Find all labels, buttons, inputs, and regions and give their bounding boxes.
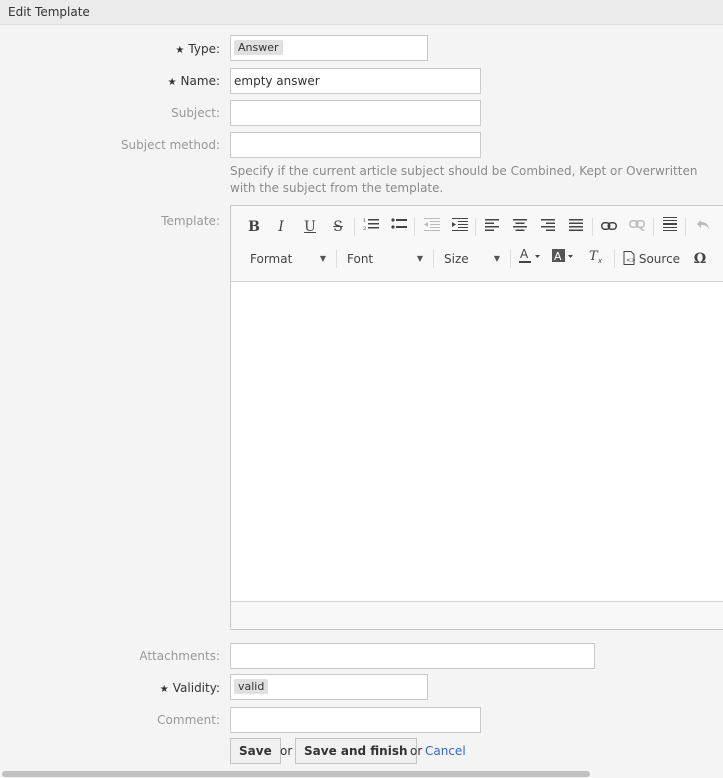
svg-text:<>: <> xyxy=(626,257,635,264)
undo-button[interactable] xyxy=(692,216,714,238)
editor-toolbar: B I U S 12 Format ▼ Font ▼ Size ▼ A A T … xyxy=(231,206,723,282)
horizontal-line-icon xyxy=(663,217,677,231)
required-star-icon: ★ xyxy=(175,45,185,56)
bulleted-list-icon xyxy=(391,218,407,229)
underline-button[interactable]: U xyxy=(299,216,321,238)
horizontal-scrollbar[interactable] xyxy=(0,770,723,778)
svg-text:1: 1 xyxy=(363,218,366,224)
numbered-list-icon: 12 xyxy=(363,218,379,232)
type-selected-tag: Answer xyxy=(234,40,283,55)
toolbar-separator xyxy=(592,218,593,236)
align-right-icon xyxy=(541,219,555,231)
format-dropdown[interactable]: Format ▼ xyxy=(250,248,330,270)
subject-method-select[interactable] xyxy=(230,132,481,158)
source-icon: <> xyxy=(623,251,636,265)
toolbar-separator xyxy=(433,250,434,268)
cancel-link[interactable]: Cancel xyxy=(425,744,466,758)
align-left-button[interactable] xyxy=(481,216,503,238)
strikethrough-button[interactable]: S xyxy=(327,216,349,238)
editor-status-bar xyxy=(231,601,723,629)
font-dropdown-label: Font xyxy=(347,252,374,266)
required-star-icon: ★ xyxy=(159,684,169,695)
chevron-down-icon: ▼ xyxy=(319,254,326,263)
source-button-label: Source xyxy=(638,252,681,266)
chevron-down-icon: ▼ xyxy=(493,254,500,263)
toolbar-separator xyxy=(614,250,615,268)
subject-method-hint: Specify if the current article subject s… xyxy=(230,164,698,195)
svg-text:x: x xyxy=(597,257,603,264)
remove-format-icon: Tx xyxy=(589,249,603,265)
toolbar-separator xyxy=(653,218,654,236)
attachments-input[interactable] xyxy=(230,643,595,669)
page-header: Edit Template xyxy=(0,0,723,25)
comment-label: Comment: xyxy=(157,713,220,727)
link-button[interactable] xyxy=(598,216,620,238)
background-color-icon: A xyxy=(552,249,573,263)
format-dropdown-label: Format xyxy=(250,252,293,266)
svg-text:2: 2 xyxy=(363,226,366,231)
unlink-icon xyxy=(629,220,645,232)
validity-select[interactable]: valid xyxy=(230,674,428,700)
svg-text:A: A xyxy=(520,248,529,261)
subject-label: Subject: xyxy=(171,106,220,120)
subject-input[interactable] xyxy=(230,100,481,126)
attachments-label: Attachments: xyxy=(139,649,220,663)
toolbar-separator xyxy=(475,218,476,236)
toolbar-separator xyxy=(510,250,511,268)
size-dropdown-label: Size xyxy=(444,252,469,266)
bold-button[interactable]: B xyxy=(243,216,265,238)
align-center-icon xyxy=(513,219,527,231)
increase-indent-button[interactable] xyxy=(449,216,471,238)
toolbar-separator xyxy=(354,218,355,236)
link-icon xyxy=(601,222,617,230)
outdent-icon xyxy=(424,218,440,231)
unlink-button[interactable] xyxy=(626,216,648,238)
justify-icon xyxy=(569,219,583,231)
rich-text-editor: B I U S 12 Format ▼ Font ▼ Size ▼ A A T … xyxy=(230,205,723,630)
undo-icon xyxy=(697,220,709,230)
editor-content-area[interactable] xyxy=(231,282,723,602)
type-label: ★ Type: xyxy=(175,42,220,56)
special-char-button[interactable]: Ω xyxy=(689,248,711,270)
type-select[interactable]: Answer xyxy=(230,35,428,61)
validity-selected-tag: valid xyxy=(234,679,269,694)
text-color-button[interactable]: A xyxy=(519,247,543,270)
toolbar-separator xyxy=(414,218,415,236)
save-and-finish-button[interactable]: Save and finish xyxy=(295,738,417,764)
omega-icon: Ω xyxy=(693,251,707,267)
bulleted-list-button[interactable] xyxy=(388,216,410,238)
align-left-icon xyxy=(485,219,499,231)
size-dropdown[interactable]: Size ▼ xyxy=(444,248,504,270)
italic-button[interactable]: I xyxy=(270,216,292,238)
chevron-down-icon: ▼ xyxy=(416,254,423,263)
text-color-icon: A xyxy=(519,247,540,263)
or-text: or xyxy=(410,744,423,758)
justify-button[interactable] xyxy=(565,216,587,238)
font-dropdown[interactable]: Font ▼ xyxy=(347,248,427,270)
template-label: Template: xyxy=(161,214,220,228)
decrease-indent-button[interactable] xyxy=(421,216,443,238)
horizontal-line-button[interactable] xyxy=(659,216,681,238)
scrollbar-thumb[interactable] xyxy=(2,771,590,777)
toolbar-separator xyxy=(336,250,337,268)
name-input[interactable] xyxy=(230,68,481,94)
page-title: Edit Template xyxy=(8,5,90,19)
numbered-list-button[interactable]: 12 xyxy=(360,216,382,238)
toolbar-separator xyxy=(685,218,686,236)
save-button[interactable]: Save xyxy=(230,738,281,764)
svg-text:A: A xyxy=(554,250,562,263)
remove-format-button[interactable]: Tx xyxy=(585,248,607,270)
background-color-button[interactable]: A xyxy=(552,248,576,270)
name-label: ★ Name: xyxy=(167,74,220,88)
validity-label: ★ Validity: xyxy=(159,681,220,695)
source-button[interactable]: <> Source xyxy=(623,248,680,270)
align-right-button[interactable] xyxy=(537,216,559,238)
or-text: or xyxy=(280,744,293,758)
subject-method-label: Subject method: xyxy=(120,138,220,152)
indent-icon xyxy=(452,218,468,231)
comment-input[interactable] xyxy=(230,707,481,733)
required-star-icon: ★ xyxy=(167,77,177,88)
align-center-button[interactable] xyxy=(509,216,531,238)
